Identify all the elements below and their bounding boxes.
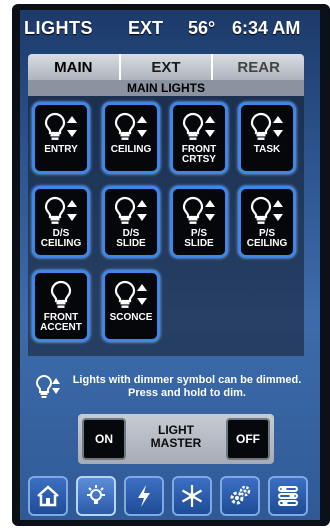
temperature-readout: 56° <box>188 18 216 38</box>
light-button-front-crtsy[interactable]: FRONT CRTSY <box>170 102 228 174</box>
tab-ext[interactable]: EXT <box>121 54 214 80</box>
tab-main[interactable]: MAIN <box>28 54 121 80</box>
screen-title: LIGHTS <box>24 18 93 38</box>
master-off-button[interactable]: OFF <box>226 418 270 460</box>
nav-home-button[interactable] <box>28 476 68 516</box>
light-button-label: TASK <box>253 144 281 155</box>
light-button-ceiling[interactable]: CEILING <box>102 102 160 174</box>
sliders-icon <box>278 486 298 506</box>
lightning-icon <box>138 485 150 507</box>
tab-rear[interactable]: REAR <box>213 54 304 80</box>
snowflake-icon <box>181 485 203 507</box>
dimmable-bulb-icon <box>41 111 81 143</box>
bottom-nav <box>20 476 320 516</box>
bulb-icon <box>45 279 77 311</box>
nav-settings-button[interactable] <box>220 476 260 516</box>
section-title: MAIN LIGHTS <box>28 80 304 96</box>
tab-bar: MAIN EXT REAR <box>28 54 304 80</box>
master-on-button[interactable]: ON <box>82 418 126 460</box>
light-button-label: SCONCE <box>109 312 153 323</box>
dimmable-bulb-icon <box>111 111 151 143</box>
lights-panel: ENTRY CEILING FRONT CRTSY TASK D/S CEILING D/… <box>28 96 304 356</box>
nav-lights-button[interactable] <box>76 476 116 516</box>
light-button-d-s-slide[interactable]: D/S SLIDE <box>102 186 160 258</box>
gear-icon <box>230 485 251 505</box>
dimmable-bulb-icon <box>111 195 151 227</box>
light-master-control: ON LIGHT MASTER OFF <box>78 414 274 464</box>
status-bar: LIGHTS EXT 56° 6:34 AM <box>20 10 320 46</box>
light-button-label: ENTRY <box>44 144 78 155</box>
dimmable-bulb-icon <box>41 195 81 227</box>
dimmable-bulb-icon <box>179 195 219 227</box>
light-button-entry[interactable]: ENTRY <box>32 102 90 174</box>
dimmer-info-text: Lights with dimmer symbol can be dimmed.… <box>72 374 302 399</box>
light-button-sconce[interactable]: SCONCE <box>102 270 160 342</box>
light-button-label: D/S CEILING <box>40 228 82 249</box>
dimmable-bulb-icon <box>32 370 66 404</box>
dimmable-bulb-icon <box>179 111 219 143</box>
light-button-label: FRONT ACCENT <box>40 312 82 333</box>
exterior-label: EXT <box>128 18 164 38</box>
light-button-front-accent[interactable]: FRONT ACCENT <box>32 270 90 342</box>
light-button-p-s-slide[interactable]: P/S SLIDE <box>170 186 228 258</box>
nav-power-button[interactable] <box>124 476 164 516</box>
light-button-label: FRONT CRTSY <box>181 144 217 165</box>
light-button-task[interactable]: TASK <box>238 102 296 174</box>
nav-controls-button[interactable] <box>268 476 308 516</box>
light-button-label: D/S SLIDE <box>116 228 146 249</box>
master-label: LIGHT MASTER <box>150 423 202 450</box>
dimmable-bulb-icon <box>111 279 151 311</box>
dimmable-bulb-icon <box>247 195 287 227</box>
light-button-p-s-ceiling[interactable]: P/S CEILING <box>238 186 296 258</box>
light-bulb-icon <box>87 485 105 504</box>
light-button-label: P/S SLIDE <box>184 228 214 249</box>
nav-climate-button[interactable] <box>172 476 212 516</box>
touch-screen: LIGHTS EXT 56° 6:34 AM MAIN EXT REAR MAI… <box>20 10 320 520</box>
dimmable-bulb-icon <box>247 111 287 143</box>
light-button-label: CEILING <box>110 144 152 155</box>
light-button-label: P/S CEILING <box>246 228 288 249</box>
home-icon <box>37 485 59 507</box>
light-button-d-s-ceiling[interactable]: D/S CEILING <box>32 186 90 258</box>
dimmer-info: Lights with dimmer symbol can be dimmed.… <box>32 370 308 404</box>
clock-readout: 6:34 AM <box>232 18 301 38</box>
